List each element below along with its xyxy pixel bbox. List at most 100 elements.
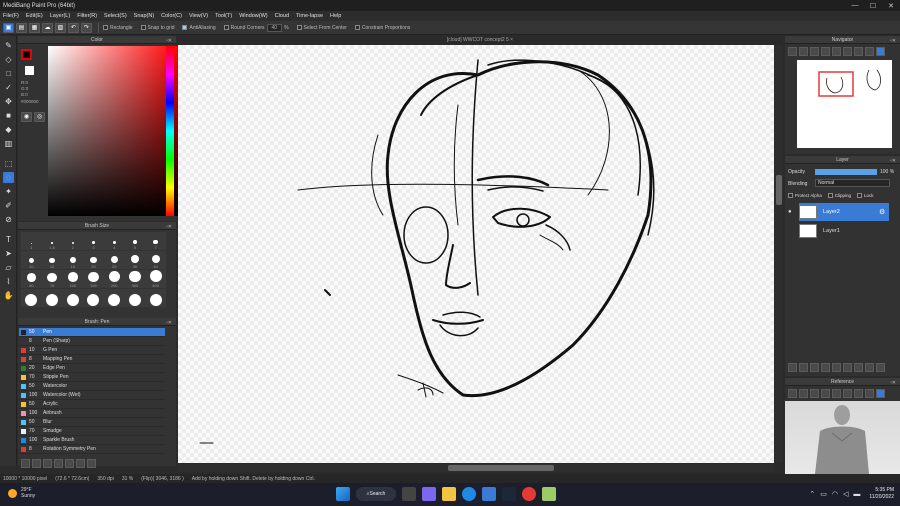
new-8bit-layer-icon[interactable]	[810, 363, 819, 372]
volume-icon[interactable]: ◁	[843, 490, 848, 498]
rectangle-option[interactable]: Rectangle	[103, 25, 133, 31]
brush-item[interactable]: 100 Airbrush	[19, 409, 165, 418]
fit-icon[interactable]	[810, 47, 819, 56]
search-button[interactable]: ⌕ Search	[356, 487, 396, 501]
menu-snap[interactable]: Snap(N)	[134, 13, 154, 19]
menu-file[interactable]: File(F)	[3, 13, 19, 19]
ref-fit-icon[interactable]	[810, 389, 819, 398]
brush-size-cell[interactable]: 7	[145, 232, 166, 250]
menu-view[interactable]: View(V)	[189, 13, 208, 19]
rectangle-checkbox[interactable]	[103, 25, 108, 30]
brush-size-cell[interactable]: 12	[41, 251, 63, 269]
opera-icon[interactable]	[522, 487, 536, 501]
lasso-tool-icon[interactable]: ◌	[3, 172, 14, 183]
blending-select[interactable]: Normal	[815, 179, 890, 187]
brush-size-cell[interactable]	[62, 289, 84, 307]
back-icon[interactable]	[788, 389, 797, 398]
add-script-brush-icon[interactable]	[43, 459, 52, 468]
weather-widget[interactable]: 29°F Sunny	[8, 487, 35, 499]
divide-tool-icon[interactable]: ▱	[3, 262, 14, 273]
antialiasing-checkbox[interactable]	[182, 25, 188, 30]
medibang-icon[interactable]	[542, 487, 556, 501]
add-bitmap-brush-icon[interactable]	[32, 459, 41, 468]
ref-settings-icon[interactable]	[876, 389, 885, 398]
brush-size-cell[interactable]: 200	[103, 270, 125, 288]
brush-item[interactable]: 8 Mapping Pen	[19, 355, 165, 364]
bucket-tool-icon[interactable]: ◆	[3, 124, 14, 135]
eraser-tool-icon[interactable]: ◇	[3, 54, 14, 65]
brush-size-cell[interactable]: 300	[124, 270, 146, 288]
redo-button[interactable]: ↷	[81, 22, 92, 33]
brush-item[interactable]: 70 Smudge	[19, 427, 165, 436]
add-brush-icon[interactable]	[21, 459, 30, 468]
protect-alpha-checkbox[interactable]	[788, 193, 793, 198]
panel-menu-icon[interactable]: ▫✕	[888, 157, 898, 165]
panel-menu-icon[interactable]: ▫✕	[164, 223, 174, 231]
steam-icon[interactable]	[502, 487, 516, 501]
foreground-color-swatch[interactable]	[21, 49, 32, 60]
brush-size-cell[interactable]: 10	[21, 251, 42, 269]
tablet-icon[interactable]: ▭	[820, 490, 827, 498]
brush-size-cell[interactable]: 150	[83, 270, 104, 288]
menu-select[interactable]: Select(S)	[104, 13, 127, 19]
color-bar-icon[interactable]: ◎	[34, 112, 45, 122]
brush-item[interactable]: 100 Sparkle Brush	[19, 436, 165, 445]
navigator-preview[interactable]	[797, 60, 892, 148]
brush-size-cell[interactable]: 70	[41, 270, 63, 288]
background-color-swatch[interactable]	[25, 66, 34, 75]
select-pen-tool-icon[interactable]: ✐	[3, 200, 14, 211]
hue-slider[interactable]	[166, 46, 174, 216]
clipping-checkbox[interactable]	[827, 193, 833, 198]
minimize-button[interactable]: —	[846, 2, 864, 10]
eyedropper-tool-icon[interactable]: ⌇	[3, 276, 14, 287]
new-layer-icon[interactable]	[788, 363, 797, 372]
actual-size-icon[interactable]	[821, 47, 830, 56]
battery-icon[interactable]: ▬	[853, 491, 860, 498]
round-corners-input[interactable]: 40	[266, 23, 283, 32]
brush-size-cell[interactable]	[103, 289, 125, 307]
zoom-out-icon[interactable]	[799, 47, 808, 56]
start-icon[interactable]	[336, 487, 350, 501]
select-from-center-checkbox[interactable]	[296, 25, 302, 30]
network-icon[interactable]: ◠	[832, 490, 838, 498]
vertical-scrollbar[interactable]	[775, 45, 783, 463]
opacity-slider[interactable]	[815, 169, 877, 175]
hand-tool-icon[interactable]: ✋	[3, 290, 14, 301]
folder-icon[interactable]	[843, 363, 852, 372]
delete-layer-icon[interactable]	[876, 363, 885, 372]
gradient-tool-icon[interactable]: ▥	[3, 138, 14, 149]
panel-menu-icon[interactable]: ▫✕	[164, 319, 174, 327]
snap-to-grid-option[interactable]: Snap to grid	[140, 25, 174, 31]
brush-size-cell[interactable]: 4	[103, 232, 125, 250]
document-tab[interactable]: [cloud] WWCOT concept2 5 ×	[178, 36, 782, 44]
brush-item[interactable]: 50 Pen	[19, 328, 165, 337]
layer-settings-icon[interactable]: ⚙	[879, 208, 885, 216]
layer-row-layer2[interactable]: Layer2	[799, 203, 889, 221]
new-halftone-layer-icon[interactable]	[799, 363, 808, 372]
chat-icon[interactable]	[422, 487, 436, 501]
horizontal-scroll-thumb[interactable]	[448, 465, 554, 471]
select-eraser-tool-icon[interactable]: ⊘	[3, 214, 14, 225]
round-corners-checkbox[interactable]	[223, 25, 229, 30]
color-wheel-icon[interactable]: ◉	[21, 112, 32, 122]
lock-checkbox[interactable]	[857, 193, 863, 198]
shape-tool-icon[interactable]: □	[3, 68, 14, 79]
brush-size-cell[interactable]	[21, 289, 42, 307]
operation-tool-icon[interactable]: ➤	[3, 248, 14, 259]
eye-icon[interactable]: ●	[788, 209, 792, 215]
cloud-save-icon[interactable]: ☁	[42, 22, 53, 33]
brush-size-cell[interactable]	[41, 289, 63, 307]
delete-brush-icon[interactable]	[87, 459, 96, 468]
drawing-canvas[interactable]	[178, 45, 774, 463]
reset-rotation-icon[interactable]	[854, 47, 863, 56]
clock[interactable]: 5:35 PM 11/20/2022	[869, 487, 894, 501]
store-icon[interactable]	[482, 487, 496, 501]
open-reference-icon[interactable]	[799, 389, 808, 398]
snap-to-grid-checkbox[interactable]	[140, 25, 146, 30]
nav-settings-icon[interactable]	[876, 47, 885, 56]
task-view-icon[interactable]	[402, 487, 416, 501]
menu-color[interactable]: Color(C)	[161, 13, 182, 19]
layer-down-icon[interactable]	[854, 363, 863, 372]
file-explorer-icon[interactable]	[442, 487, 456, 501]
menu-filter[interactable]: Filter(R)	[77, 13, 97, 19]
